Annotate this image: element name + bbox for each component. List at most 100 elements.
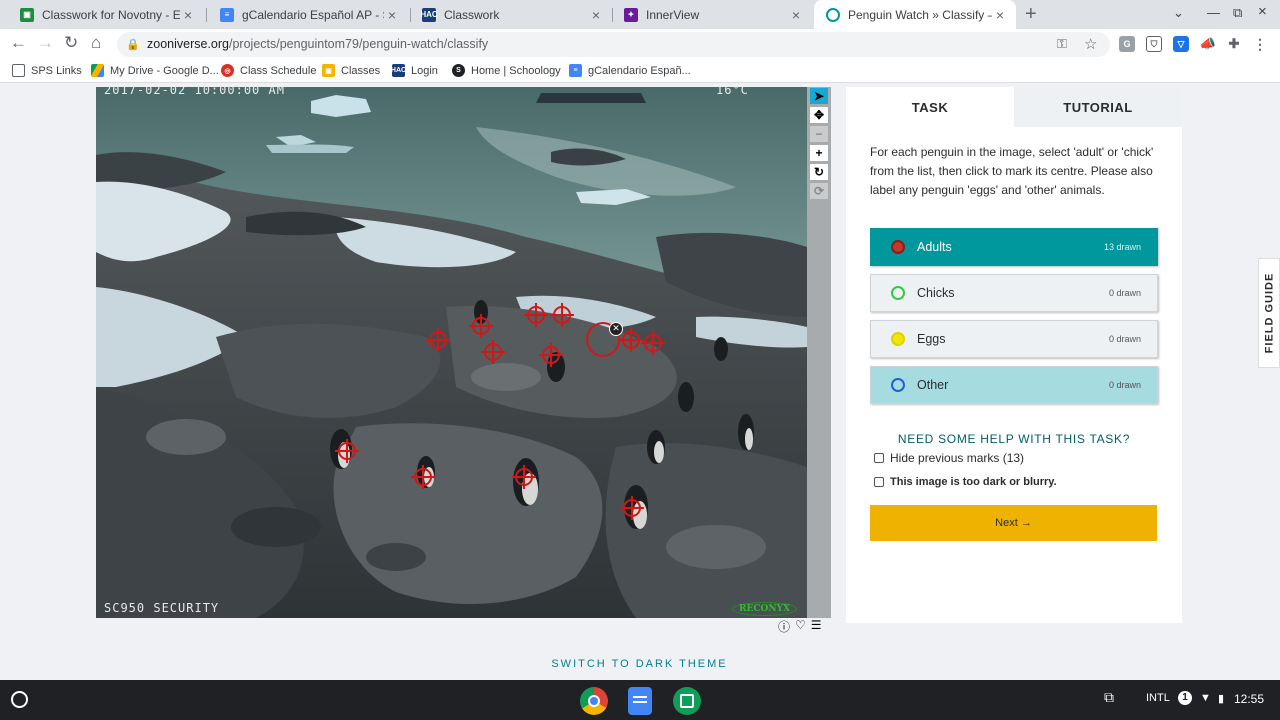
- choice-count: 0 drawn: [1108, 380, 1141, 390]
- classroom-icon: ▣: [322, 64, 335, 77]
- checkbox-icon[interactable]: [874, 453, 884, 463]
- help-link[interactable]: NEED SOME HELP WITH THIS TASK?: [846, 432, 1182, 446]
- choice-count: 0 drawn: [1108, 288, 1141, 298]
- tab-tutorial[interactable]: TUTORIAL: [1014, 87, 1182, 127]
- browser-tab-1[interactable]: ▣ Classwork for Novotny - Españo ×: [8, 0, 204, 29]
- field-guide-tab[interactable]: FIELD GUIDE: [1258, 258, 1280, 368]
- page-content: 2017-02-02 10:00:00 AM 16°C SC950 SECURI…: [0, 84, 1280, 680]
- task-panel: TASK TUTORIAL For each penguin in the im…: [846, 87, 1182, 623]
- locale-indicator[interactable]: INTL: [1146, 692, 1170, 704]
- choice-eggs[interactable]: Eggs 0 drawn: [870, 320, 1158, 358]
- battery-icon[interactable]: ▮: [1218, 692, 1224, 705]
- minimize-button[interactable]: —: [1207, 5, 1220, 20]
- browser-tab-3[interactable]: HAC Classwork ×: [410, 0, 612, 29]
- task-tabs: TASK TUTORIAL: [846, 87, 1182, 127]
- choice-adults[interactable]: Adults 13 drawn: [870, 228, 1158, 266]
- close-tab-icon[interactable]: ×: [384, 7, 400, 23]
- forward-arrow-icon[interactable]: →: [37, 33, 54, 53]
- browser-tab-2[interactable]: ≡ gCalendario Español AP - SHS - ×: [208, 0, 408, 29]
- announce-extension-icon[interactable]: 📣: [1200, 36, 1216, 52]
- tab-title: gCalendario Español AP - SHS -: [242, 7, 384, 22]
- home-icon[interactable]: ⌂: [91, 33, 101, 53]
- close-tab-icon[interactable]: ×: [788, 7, 804, 23]
- grammarly-extension-icon[interactable]: G: [1119, 36, 1135, 52]
- adult-mark[interactable]: [524, 303, 548, 327]
- close-tab-icon[interactable]: ×: [992, 7, 1008, 23]
- docs-icon: ≡: [220, 7, 234, 22]
- favorite-heart-icon[interactable]: ♡: [795, 618, 806, 635]
- pointer-tool-icon[interactable]: ➤: [810, 88, 828, 104]
- next-button[interactable]: Next →: [870, 505, 1157, 541]
- too-dark-checkbox[interactable]: This image is too dark or blurry.: [874, 476, 1057, 488]
- subject-image[interactable]: 2017-02-02 10:00:00 AM 16°C SC950 SECURI…: [96, 87, 807, 618]
- rotate-icon[interactable]: ↻: [810, 164, 828, 180]
- close-tab-icon[interactable]: ×: [180, 7, 196, 23]
- choice-label: Other: [917, 378, 949, 392]
- back-arrow-icon[interactable]: ←: [10, 33, 27, 53]
- reload-icon[interactable]: ↻: [64, 33, 78, 53]
- adult-mark[interactable]: [550, 303, 574, 327]
- zoom-out-icon[interactable]: −: [810, 126, 828, 142]
- bookmark-label: Classes: [341, 64, 381, 77]
- innerview-icon: ✦: [624, 7, 638, 22]
- adult-mark[interactable]: [641, 331, 665, 355]
- adult-mark[interactable]: [619, 328, 643, 352]
- bookmark-classes[interactable]: ▣ Classes: [322, 64, 380, 77]
- adult-mark[interactable]: [539, 343, 563, 367]
- temperature-overlay: 16°C: [716, 87, 749, 97]
- delete-mark-icon[interactable]: ✕: [609, 322, 623, 336]
- clock[interactable]: 12:55: [1234, 692, 1264, 706]
- classroom-icon: ▣: [20, 7, 34, 22]
- folder-icon: [12, 64, 25, 77]
- tab-search-icon[interactable]: ⌄: [1173, 5, 1184, 21]
- bookmark-schoology[interactable]: S Home | Schoology: [452, 64, 561, 77]
- classroom-app-icon[interactable]: [673, 687, 701, 715]
- bookmark-class-schedule[interactable]: ◎ Class Schedule: [221, 64, 316, 77]
- adult-mark[interactable]: [426, 328, 450, 352]
- hac-icon: HAC: [420, 7, 438, 22]
- bookmark-my-drive[interactable]: My Drive - Google D...: [91, 64, 219, 77]
- adult-mark[interactable]: [469, 314, 493, 338]
- bookmark-star-icon[interactable]: ☆: [1084, 35, 1097, 53]
- shield-extension-icon[interactable]: ⛉: [1146, 36, 1162, 52]
- zoom-in-icon[interactable]: +: [810, 145, 828, 161]
- hide-marks-checkbox[interactable]: Hide previous marks (13): [874, 451, 1024, 465]
- notification-badge[interactable]: 1: [1178, 691, 1192, 705]
- adult-mark[interactable]: [512, 465, 536, 489]
- pan-tool-icon[interactable]: ✥: [810, 107, 828, 123]
- key-icon[interactable]: ⚿: [1057, 36, 1067, 52]
- tab-task[interactable]: TASK: [846, 87, 1014, 127]
- bookmark-gcalendario[interactable]: ≡ gCalendario Españ...: [569, 64, 691, 77]
- choice-chicks[interactable]: Chicks 0 drawn: [870, 274, 1158, 312]
- extensions-puzzle-icon[interactable]: ✚: [1226, 36, 1242, 52]
- bookmark-sps-links[interactable]: SPS Links: [12, 64, 82, 77]
- adult-mark[interactable]: [335, 439, 359, 463]
- launcher-icon[interactable]: [11, 691, 28, 708]
- screen-capture-icon[interactable]: ⧉: [1104, 689, 1114, 706]
- docs-app-icon[interactable]: [628, 687, 652, 715]
- switch-theme-link[interactable]: SWITCH TO DARK THEME: [0, 658, 1279, 670]
- adult-mark[interactable]: [481, 340, 505, 364]
- menu-kebab-icon[interactable]: ⋮: [1252, 36, 1268, 52]
- new-tab-button[interactable]: +: [1025, 3, 1037, 26]
- choice-other[interactable]: Other 0 drawn: [870, 366, 1158, 404]
- tab-title: InnerView: [646, 7, 700, 22]
- vpn-extension-icon[interactable]: ▽: [1173, 36, 1189, 52]
- tab-strip: ▣ Classwork for Novotny - Españo × ≡ gCa…: [0, 0, 1280, 29]
- browser-tab-5[interactable]: Penguin Watch » Classify — Zoo ×: [814, 0, 1016, 29]
- bookmark-label: Home | Schoology: [471, 64, 561, 77]
- browser-tab-4[interactable]: ✦ InnerView ×: [612, 0, 812, 29]
- collections-list-icon[interactable]: ☰: [811, 618, 822, 635]
- chrome-app-icon[interactable]: [580, 687, 608, 715]
- adult-mark[interactable]: [620, 496, 644, 520]
- close-tab-icon[interactable]: ×: [588, 7, 604, 23]
- adult-mark[interactable]: [411, 465, 435, 489]
- close-window-button[interactable]: ×: [1258, 3, 1267, 20]
- checkbox-icon[interactable]: [874, 477, 884, 487]
- maximize-button[interactable]: ⧉: [1233, 5, 1242, 21]
- reset-view-icon[interactable]: ⟳: [810, 183, 828, 199]
- bookmark-login[interactable]: HAC Login: [391, 64, 438, 77]
- address-bar[interactable]: 🔒 zooniverse.org/projects/penguintom79/p…: [117, 32, 1110, 57]
- wifi-icon[interactable]: ▼: [1200, 692, 1211, 704]
- info-icon[interactable]: ⓘ: [778, 618, 790, 635]
